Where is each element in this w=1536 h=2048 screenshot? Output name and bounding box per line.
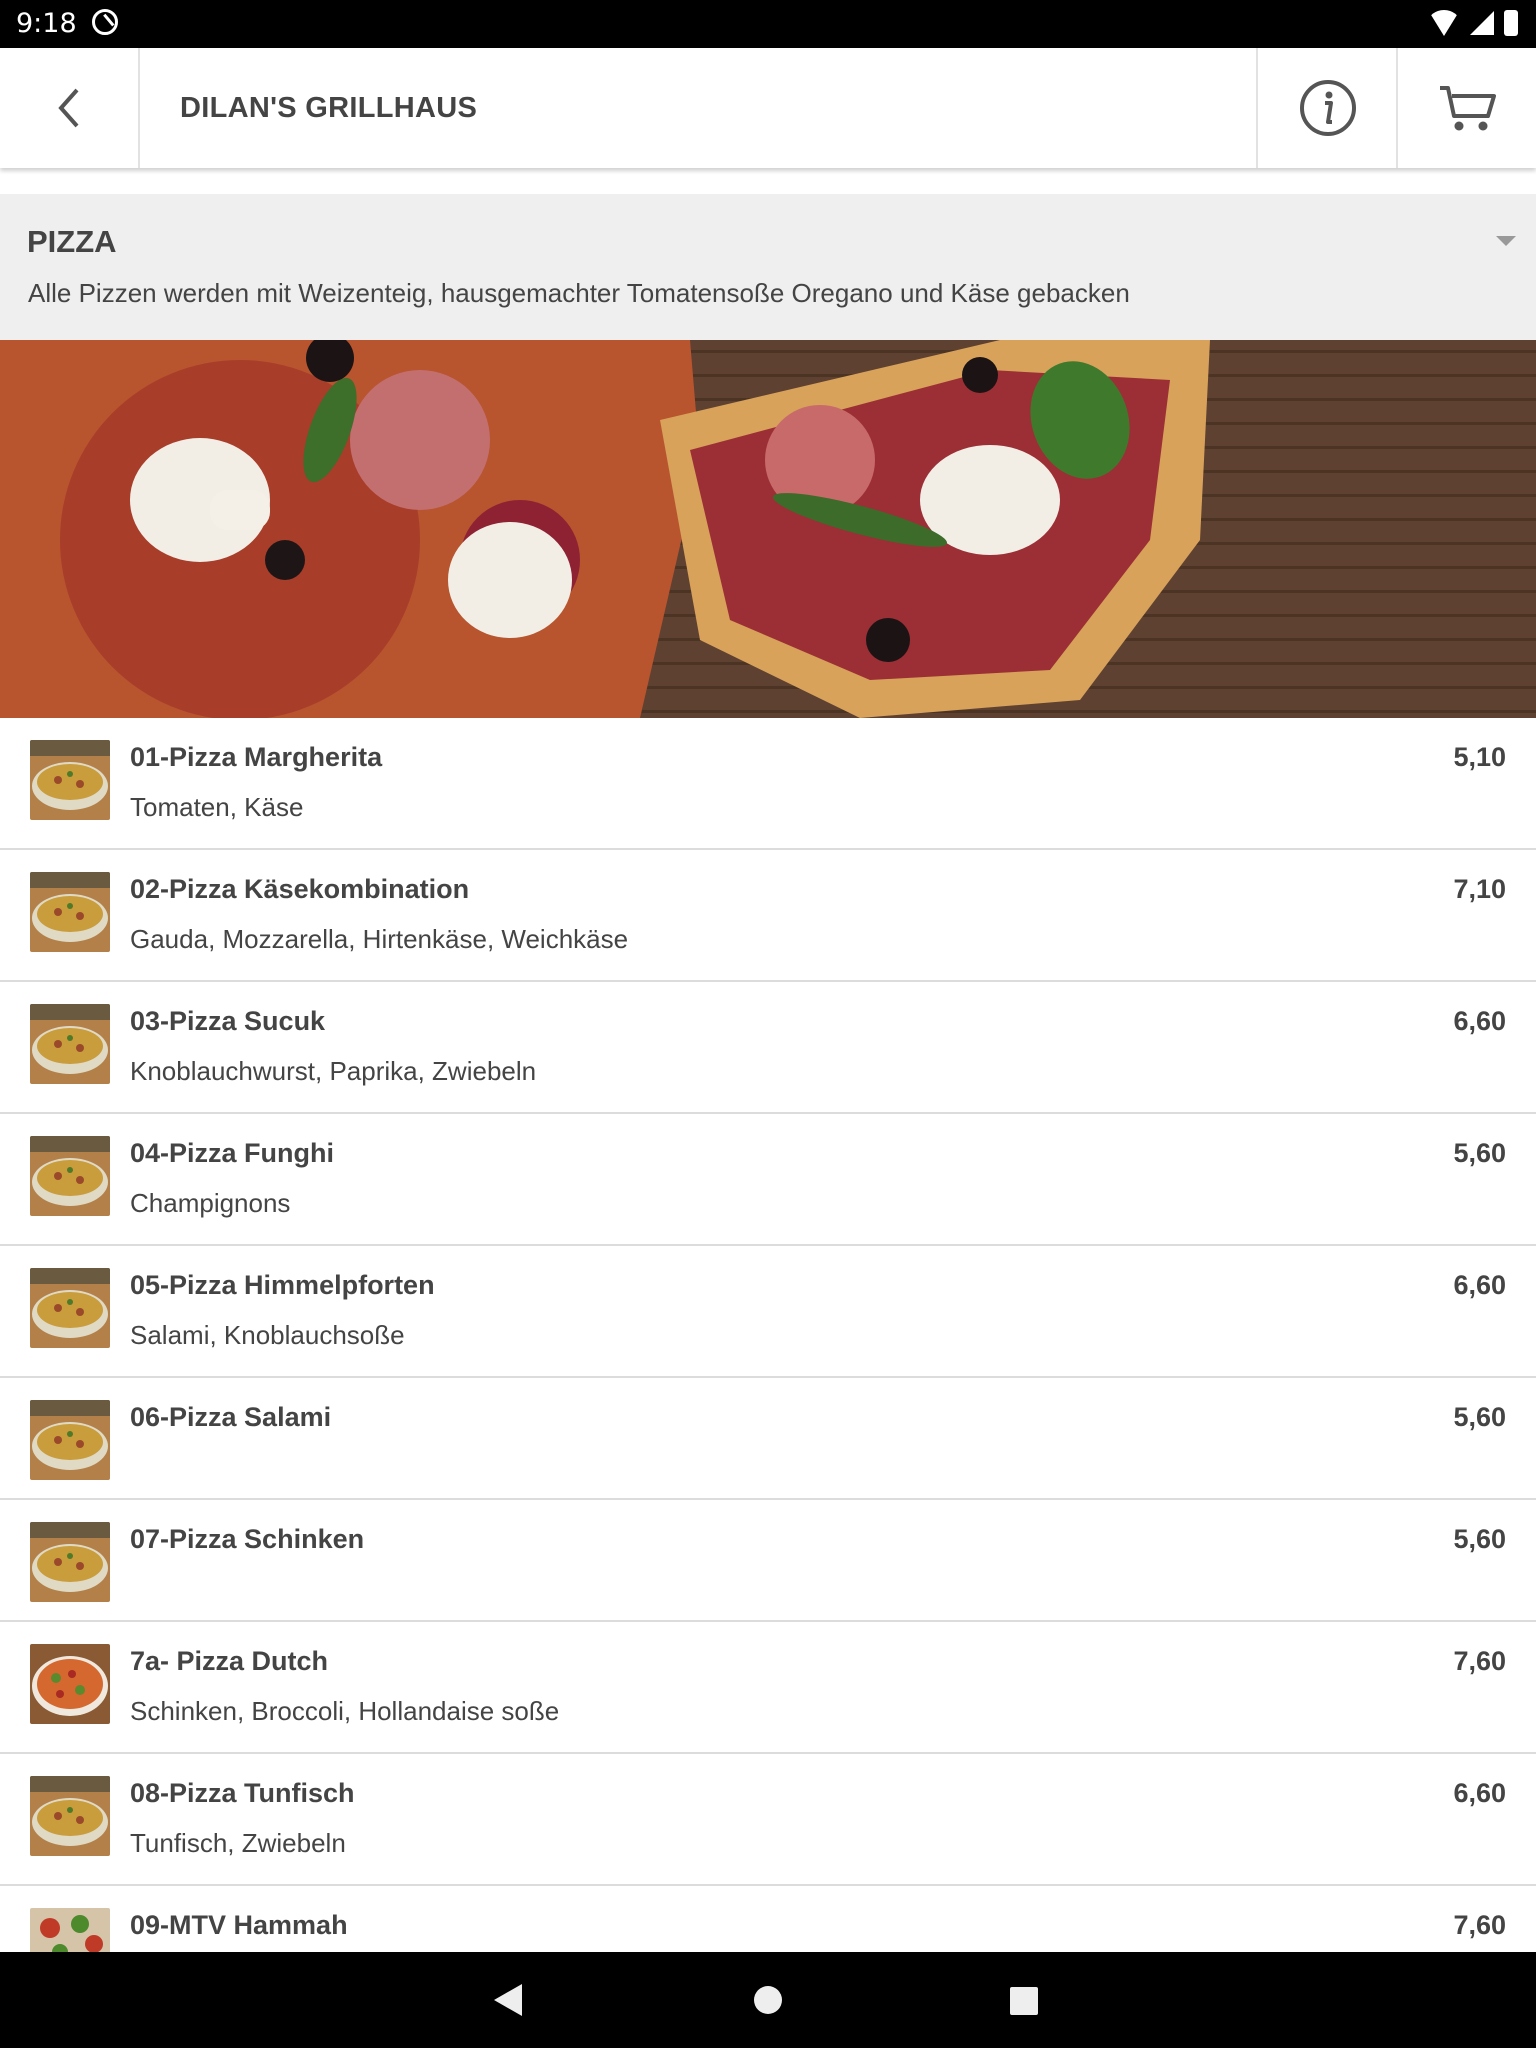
item-thumbnail: [30, 1268, 110, 1348]
item-name: 02-Pizza Käsekombination: [130, 874, 470, 904]
item-price: 6,60: [1453, 1270, 1506, 1300]
app-bar: DILAN'S GRILLHAUS: [0, 48, 1536, 168]
item-thumbnail: [30, 1522, 110, 1602]
item-price: 5,60: [1453, 1524, 1506, 1554]
page-title: DILAN'S GRILLHAUS: [180, 92, 478, 124]
item-name: 03-Pizza Sucuk: [130, 1006, 326, 1036]
back-button[interactable]: [0, 48, 140, 168]
chevron-down-icon[interactable]: [1496, 236, 1516, 246]
item-price: 6,60: [1453, 1006, 1506, 1036]
menu-item[interactable]: 02-Pizza Käsekombination Gauda, Mozzarel…: [0, 850, 1536, 982]
status-bar: 9:18: [0, 0, 1536, 48]
info-icon: [1300, 80, 1356, 136]
category-description: Alle Pizzen werden mit Weizenteig, hausg…: [28, 278, 1130, 308]
item-name: 08-Pizza Tunfisch: [130, 1778, 355, 1808]
item-name: 7a- Pizza Dutch: [130, 1646, 329, 1676]
item-thumbnail: [30, 872, 110, 952]
status-time: 9:18: [16, 8, 77, 39]
wifi-icon: [1428, 10, 1460, 36]
item-thumbnail: [30, 1004, 110, 1084]
item-price: 6,60: [1453, 1778, 1506, 1808]
category-header[interactable]: PIZZA Alle Pizzen werden mit Weizenteig,…: [0, 194, 1536, 340]
menu-item[interactable]: 04-Pizza Funghi Champignons 5,60: [0, 1114, 1536, 1246]
notification-icon: [92, 9, 118, 35]
nav-back-icon[interactable]: [494, 1984, 522, 2016]
info-button[interactable]: [1256, 48, 1398, 168]
item-name: 06-Pizza Salami: [130, 1402, 332, 1432]
category-title: PIZZA: [27, 224, 117, 259]
cart-button[interactable]: [1396, 48, 1536, 168]
item-description: Knoblauchwurst, Paprika, Zwiebeln: [130, 1056, 537, 1086]
menu-item[interactable]: 7a- Pizza Dutch Schinken, Broccoli, Holl…: [0, 1622, 1536, 1754]
category-hero-image: [0, 340, 1536, 718]
menu-item[interactable]: 07-Pizza Schinken 5,60: [0, 1500, 1536, 1622]
item-thumbnail: [30, 1400, 110, 1480]
item-description: Champignons: [130, 1188, 291, 1218]
item-thumbnail: [30, 740, 110, 820]
battery-icon: [1504, 10, 1518, 36]
menu-item[interactable]: 08-Pizza Tunfisch Tunfisch, Zwiebeln 6,6…: [0, 1754, 1536, 1886]
item-price: 7,10: [1453, 874, 1506, 904]
item-price: 5,60: [1453, 1138, 1506, 1168]
nav-recents-icon[interactable]: [1010, 1987, 1038, 2015]
item-description: Tomaten, Käse: [130, 792, 304, 822]
menu-item[interactable]: 06-Pizza Salami 5,60: [0, 1378, 1536, 1500]
cart-icon: [1440, 86, 1496, 131]
item-price: 7,60: [1453, 1646, 1506, 1676]
item-price: 5,60: [1453, 1402, 1506, 1432]
item-price: 5,10: [1453, 742, 1506, 772]
signal-icon: [1470, 11, 1494, 35]
item-description: Salami, Knoblauchsoße: [130, 1320, 405, 1350]
item-thumbnail: [30, 1644, 110, 1724]
menu-item[interactable]: 01-Pizza Margherita Tomaten, Käse 5,10: [0, 718, 1536, 850]
status-icons: [1428, 10, 1518, 36]
menu-item[interactable]: 03-Pizza Sucuk Knoblauchwurst, Paprika, …: [0, 982, 1536, 1114]
item-name: 01-Pizza Margherita: [130, 742, 383, 772]
item-price: 7,60: [1453, 1910, 1506, 1940]
item-name: 04-Pizza Funghi: [130, 1138, 335, 1168]
item-description: Tunfisch, Zwiebeln: [130, 1828, 346, 1858]
item-thumbnail: [30, 1776, 110, 1856]
menu-item-list: 01-Pizza Margherita Tomaten, Käse 5,10 0…: [0, 718, 1536, 2018]
item-description: Gauda, Mozzarella, Hirtenkäse, Weichkäse: [130, 924, 629, 954]
nav-home-icon[interactable]: [754, 1986, 782, 2014]
chevron-left-icon: [58, 88, 79, 128]
menu-item[interactable]: 05-Pizza Himmelpforten Salami, Knoblauch…: [0, 1246, 1536, 1378]
item-name: 09-MTV Hammah: [130, 1910, 348, 1940]
item-name: 07-Pizza Schinken: [130, 1524, 365, 1554]
system-nav-bar: [0, 1952, 1536, 2048]
item-name: 05-Pizza Himmelpforten: [130, 1270, 435, 1300]
item-thumbnail: [30, 1136, 110, 1216]
item-description: Schinken, Broccoli, Hollandaise soße: [130, 1696, 560, 1726]
